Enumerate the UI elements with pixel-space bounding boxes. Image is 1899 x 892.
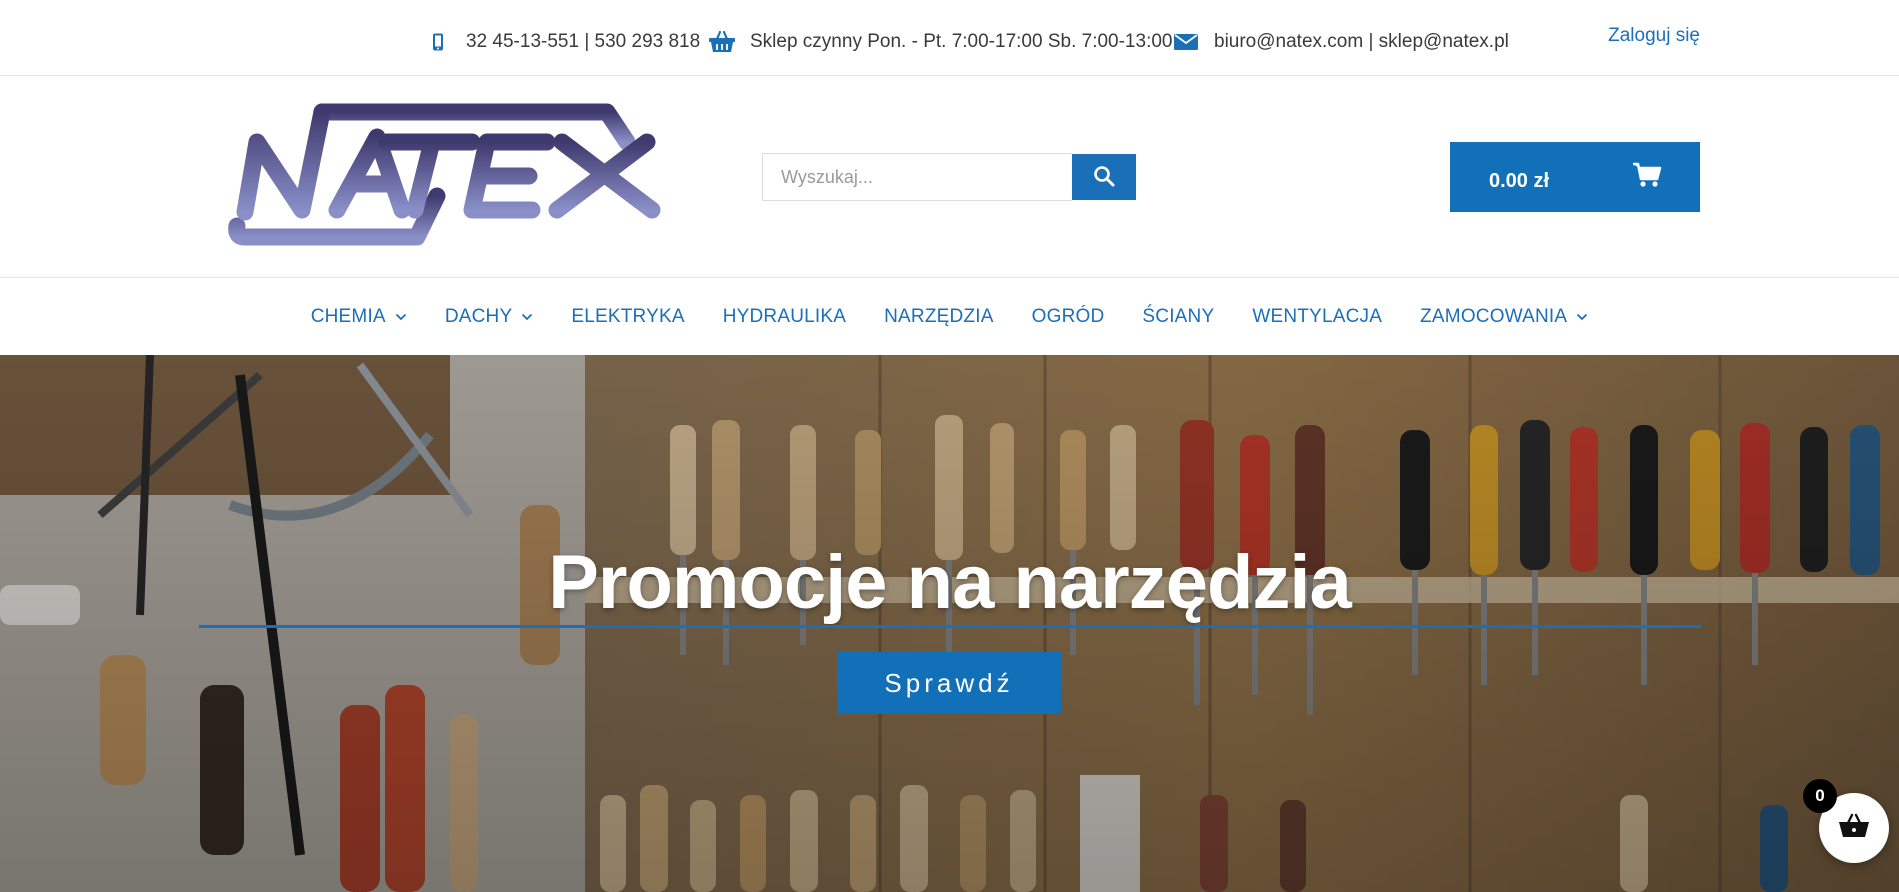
nav-item-wentylacja[interactable]: WENTYLACJA [1233,306,1401,328]
contact-phone: 32 45-13-551 | 530 293 818 [424,30,700,54]
hero-cta-button[interactable]: Sprawdź [837,652,1061,714]
nav-item-label: DACHY [444,305,513,327]
main-navigation: CHEMIA DACHY ELEKTRYKA HYDRAULIKA NARZĘD… [0,279,1899,354]
nav-item-label: WENTYLACJA [1252,305,1383,327]
nav-item-narzedzia[interactable]: NARZĘDZIA [865,306,1012,328]
contact-email: biuro@natex.com | sklep@natex.pl [1172,30,1509,54]
cart-button[interactable]: 0.00 zł [1450,142,1700,212]
hero-title: Promocje na narzędzia [548,540,1352,625]
nav-item-label: HYDRAULIKA [722,305,847,327]
chevron-down-icon [395,313,407,321]
natex-logo[interactable] [227,102,667,252]
basket-icon [708,30,736,54]
basket-icon [1837,812,1871,845]
nav-item-hydraulika[interactable]: HYDRAULIKA [704,306,865,328]
email-addresses: biuro@natex.com | sklep@natex.pl [1214,31,1509,52]
nav-item-elektryka[interactable]: ELEKTRYKA [552,306,703,328]
search-bar [762,153,1136,201]
search-input[interactable] [762,153,1072,201]
nav-item-label: CHEMIA [310,305,386,327]
shopping-cart-icon [1632,162,1662,193]
nav-item-label: OGRÓD [1031,305,1105,327]
hero-divider [199,625,1701,628]
hero-banner: Promocje na narzędzia Sprawdź [0,355,1899,892]
nav-item-label: ZAMOCOWANIA [1420,305,1568,327]
nav-item-label: ŚCIANY [1142,305,1215,327]
envelope-icon [1172,30,1200,54]
cart-count-badge: 0 [1803,779,1837,813]
nav-item-label: NARZĘDZIA [884,305,994,327]
nav-item-ogrod[interactable]: OGRÓD [1013,306,1124,328]
search-button[interactable] [1072,154,1136,200]
login-link[interactable]: Zaloguj się [1608,25,1700,47]
top-info-bar: 32 45-13-551 | 530 293 818 Sklep czynny … [0,0,1899,76]
cart-total: 0.00 zł [1489,169,1550,192]
nav-item-chemia[interactable]: CHEMIA [292,306,426,328]
chevron-down-icon [1576,313,1588,321]
shop-hours: Sklep czynny Pon. - Pt. 7:00-17:00 Sb. 7… [708,30,1172,54]
site-header: 0.00 zł [0,76,1899,278]
shop-hours-text: Sklep czynny Pon. - Pt. 7:00-17:00 Sb. 7… [750,31,1173,52]
search-icon [1093,165,1115,190]
nav-item-sciany[interactable]: ŚCIANY [1123,306,1233,328]
nav-item-dachy[interactable]: DACHY [426,306,553,328]
nav-item-label: ELEKTRYKA [571,305,685,327]
nav-item-zamocowania[interactable]: ZAMOCOWANIA [1401,306,1607,328]
mobile-phone-icon [424,30,452,54]
phone-numbers: 32 45-13-551 | 530 293 818 [466,31,701,52]
chevron-down-icon [521,313,533,321]
